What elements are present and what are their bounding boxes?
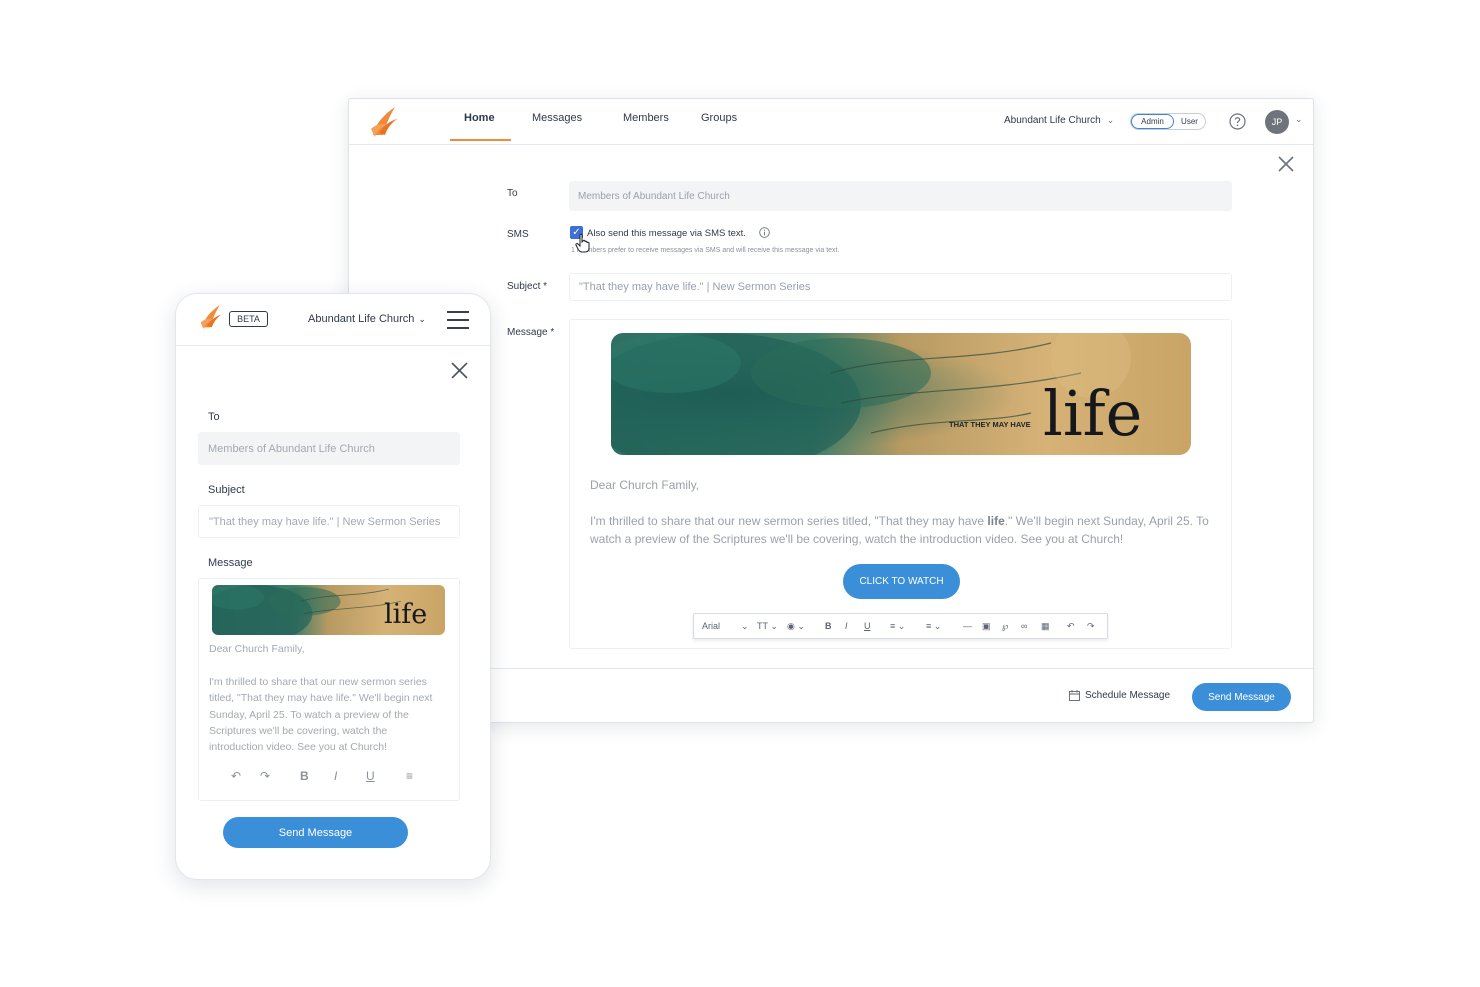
underline-icon[interactable]: U: [366, 769, 375, 783]
undo-icon[interactable]: ↶: [231, 769, 241, 783]
sms-checkbox-text: Also send this message via SMS text.: [587, 228, 746, 239]
italic-icon[interactable]: I: [334, 769, 337, 783]
mobile-church-selector[interactable]: Abundant Life Church ⌄: [308, 313, 426, 325]
calendar-icon: [1069, 690, 1080, 701]
info-icon[interactable]: [759, 227, 770, 238]
schedule-message-label: Schedule Message: [1085, 690, 1171, 701]
role-toggle[interactable]: Admin User: [1130, 113, 1206, 130]
text-size-label: TT: [757, 621, 768, 631]
church-logo-icon[interactable]: [199, 303, 223, 331]
redo-icon[interactable]: ↷: [1087, 621, 1095, 632]
mobile-phone-view: BETA Abundant Life Church ⌄ To Members of…: [175, 293, 491, 880]
to-label: To: [208, 411, 220, 423]
video-icon[interactable]: ▦: [1041, 621, 1050, 632]
undo-icon[interactable]: ↶: [1067, 621, 1075, 632]
footer-divider: [349, 668, 1313, 669]
role-user-option[interactable]: User: [1174, 117, 1205, 126]
church-name: Abundant Life Church: [308, 313, 415, 325]
avatar[interactable]: JP: [1265, 110, 1289, 134]
message-body: I'm thrilled to share that our new sermo…: [590, 512, 1210, 548]
list-icon[interactable]: ≡ ⌄: [926, 621, 941, 632]
chevron-down-icon: ⌄: [418, 314, 426, 324]
mobile-formatting-toolbar: ↶ ↷ B I U ≡: [199, 769, 459, 789]
beta-badge: BETA: [229, 311, 268, 327]
attachment-icon[interactable]: ℘: [1002, 621, 1008, 632]
banner-title: life: [1043, 377, 1143, 450]
formatting-toolbar: Arial ⌄ TT ⌄ ◉ ⌄ B I U ≡ ⌄ ≡ ⌄ — ▣ ℘ ∞ ▦…: [693, 613, 1108, 639]
sms-note: 1 members prefer to receive messages via…: [571, 247, 840, 254]
desktop-window: Home Messages Members Groups Abundant Li…: [348, 98, 1314, 723]
click-to-watch-button[interactable]: CLICK TO WATCH: [843, 564, 960, 599]
tab-messages[interactable]: Messages: [532, 112, 582, 124]
help-icon[interactable]: [1229, 113, 1246, 130]
tab-home[interactable]: Home: [464, 112, 495, 124]
active-tab-indicator: [450, 139, 511, 141]
schedule-message-button[interactable]: Schedule Message: [1069, 690, 1170, 701]
message-editor[interactable]: life Dear Church Family, I'm thrilled to…: [198, 578, 460, 801]
font-select[interactable]: Arial: [702, 621, 720, 631]
image-icon[interactable]: ▣: [982, 621, 991, 632]
send-message-button[interactable]: Send Message: [223, 817, 408, 848]
subject-label: Subject: [208, 484, 245, 496]
link-icon[interactable]: ∞: [1021, 621, 1027, 631]
to-label: To: [507, 188, 518, 199]
bold-icon[interactable]: B: [825, 621, 832, 631]
redo-icon[interactable]: ↷: [260, 769, 270, 783]
italic-icon[interactable]: I: [845, 621, 848, 631]
church-name: Abundant Life Church: [1004, 115, 1101, 126]
church-selector[interactable]: Abundant Life Church ⌄: [1004, 115, 1114, 126]
subject-field[interactable]: "That they may have life." | New Sermon …: [569, 273, 1232, 301]
message-body-text: I'm thrilled to share that our new sermo…: [590, 514, 988, 528]
bold-icon[interactable]: B: [300, 769, 309, 783]
message-greeting: Dear Church Family,: [590, 478, 700, 492]
font-name: Arial: [702, 621, 721, 631]
align-icon[interactable]: ≡ ⌄: [890, 621, 905, 632]
close-icon[interactable]: [451, 362, 468, 379]
send-message-button[interactable]: Send Message: [1192, 683, 1291, 711]
chevron-down-icon: ⌄: [1106, 115, 1115, 125]
message-label: Message *: [507, 327, 555, 338]
message-editor[interactable]: THAT THEY MAY HAVE life Dear Church Fami…: [569, 319, 1232, 649]
horizontal-rule-icon[interactable]: —: [963, 621, 972, 631]
align-icon[interactable]: ≡: [406, 769, 413, 783]
close-icon[interactable]: [1278, 156, 1294, 172]
chevron-down-icon[interactable]: ⌄: [741, 621, 749, 632]
banner-title: life: [384, 599, 428, 630]
message-body-bold: life: [987, 514, 1005, 528]
sms-label: SMS: [507, 229, 529, 240]
sermon-banner-image: THAT THEY MAY HAVE life: [611, 333, 1191, 455]
highlight-color-icon[interactable]: ◉ ⌄: [787, 621, 805, 632]
mobile-nav: BETA Abundant Life Church ⌄: [176, 294, 490, 346]
message-label: Message: [208, 557, 253, 569]
message-body: I'm thrilled to share that our new sermo…: [209, 676, 433, 754]
role-admin-option[interactable]: Admin: [1131, 114, 1174, 129]
sermon-banner-image: life: [212, 585, 445, 635]
subject-field[interactable]: "That they may have life." | New Sermon …: [198, 505, 460, 538]
to-field[interactable]: Members of Abundant Life Church: [569, 181, 1232, 211]
tab-members[interactable]: Members: [623, 112, 669, 124]
banner-tagline: THAT THEY MAY HAVE: [949, 420, 1031, 429]
hand-cursor-icon: [575, 233, 590, 253]
hamburger-menu-icon[interactable]: [447, 311, 469, 329]
chevron-down-icon[interactable]: ⌄: [1295, 114, 1303, 125]
church-logo-icon[interactable]: [369, 105, 399, 139]
to-field[interactable]: Members of Abundant Life Church: [198, 432, 460, 465]
subject-label: Subject *: [507, 281, 548, 292]
message-greeting: Dear Church Family,: [209, 643, 305, 655]
tab-groups[interactable]: Groups: [701, 112, 737, 124]
text-size-icon[interactable]: TT ⌄: [757, 621, 778, 632]
underline-icon[interactable]: U: [864, 621, 871, 631]
top-nav: Home Messages Members Groups Abundant Li…: [349, 99, 1313, 145]
